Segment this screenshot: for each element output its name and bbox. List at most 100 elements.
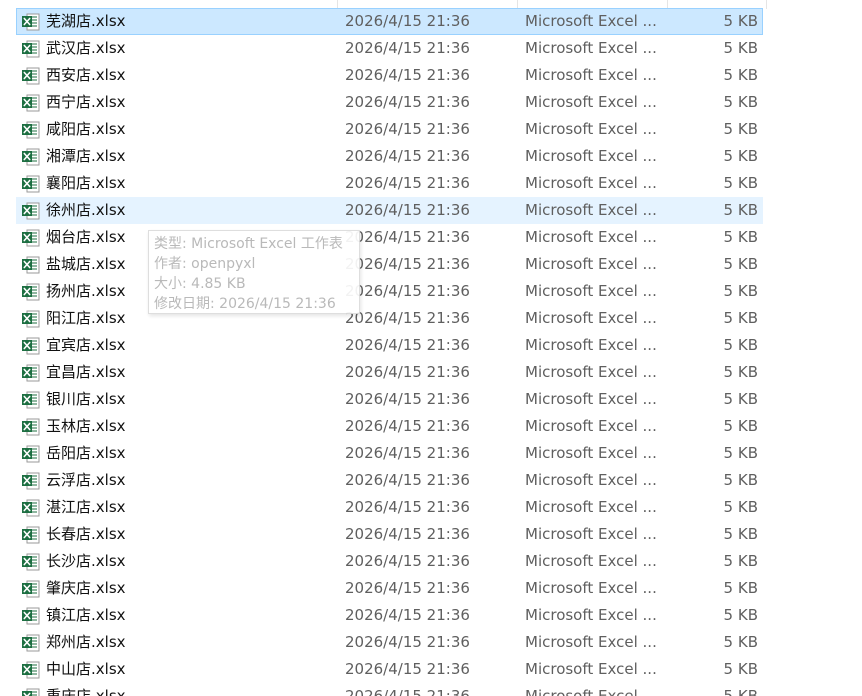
excel-file-icon [22,553,40,571]
excel-file-icon [22,337,40,355]
file-row[interactable]: 武汉店.xlsx 2026/4/15 21:36 Microsoft Excel… [16,35,763,62]
file-modified-date: 2026/4/15 21:36 [345,606,470,624]
tooltip-size: 大小: 4.85 KB [154,276,246,292]
file-row[interactable]: 湛江店.xlsx 2026/4/15 21:36 Microsoft Excel… [16,494,763,521]
file-size: 5 KB [723,525,758,543]
file-modified-date: 2026/4/15 21:36 [345,660,470,678]
file-row[interactable]: 西宁店.xlsx 2026/4/15 21:36 Microsoft Excel… [16,89,763,116]
file-modified-date: 2026/4/15 21:36 [345,471,470,489]
file-type: Microsoft Excel ... [525,12,657,30]
file-name: 西安店.xlsx [46,66,126,84]
file-type: Microsoft Excel ... [525,93,657,111]
file-type: Microsoft Excel ... [525,417,657,435]
file-row[interactable]: 咸阳店.xlsx 2026/4/15 21:36 Microsoft Excel… [16,116,763,143]
file-row[interactable]: 镇江店.xlsx 2026/4/15 21:36 Microsoft Excel… [16,602,763,629]
file-row[interactable]: 徐州店.xlsx 2026/4/15 21:36 Microsoft Excel… [16,197,763,224]
excel-file-icon [22,418,40,436]
file-modified-date: 2026/4/15 21:36 [345,579,470,597]
excel-file-icon [22,445,40,463]
file-row[interactable]: 宜宾店.xlsx 2026/4/15 21:36 Microsoft Excel… [16,332,763,359]
excel-file-icon [22,661,40,679]
excel-file-icon [22,202,40,220]
excel-file-icon [22,67,40,85]
file-row[interactable]: 银川店.xlsx 2026/4/15 21:36 Microsoft Excel… [16,386,763,413]
file-type: Microsoft Excel ... [525,120,657,138]
file-name: 镇江店.xlsx [46,606,126,624]
file-type: Microsoft Excel ... [525,444,657,462]
file-row[interactable]: 岳阳店.xlsx 2026/4/15 21:36 Microsoft Excel… [16,440,763,467]
file-type: Microsoft Excel ... [525,390,657,408]
file-size: 5 KB [723,309,758,327]
excel-file-icon [22,283,40,301]
file-row[interactable]: 宜昌店.xlsx 2026/4/15 21:36 Microsoft Excel… [16,359,763,386]
file-row[interactable]: 西安店.xlsx 2026/4/15 21:36 Microsoft Excel… [16,62,763,89]
file-modified-date: 2026/4/15 21:36 [345,228,470,246]
file-row[interactable]: 中山店.xlsx 2026/4/15 21:36 Microsoft Excel… [16,656,763,683]
file-row[interactable]: 肇庆店.xlsx 2026/4/15 21:36 Microsoft Excel… [16,575,763,602]
file-name: 湘潭店.xlsx [46,147,126,165]
file-modified-date: 2026/4/15 21:36 [345,282,470,300]
file-name: 咸阳店.xlsx [46,120,126,138]
file-name: 肇庆店.xlsx [46,579,126,597]
tooltip-type: 类型: Microsoft Excel 工作表 [154,236,343,252]
excel-file-icon [22,148,40,166]
file-type: Microsoft Excel ... [525,471,657,489]
file-row[interactable]: 烟台店.xlsx 2026/4/15 21:36 Microsoft Excel… [16,224,763,251]
excel-file-icon [22,499,40,517]
file-row[interactable]: 芜湖店.xlsx 2026/4/15 21:36 Microsoft Excel… [16,8,763,35]
file-row[interactable]: 长沙店.xlsx 2026/4/15 21:36 Microsoft Excel… [16,548,763,575]
file-size: 5 KB [723,336,758,354]
file-type: Microsoft Excel ... [525,552,657,570]
file-modified-date: 2026/4/15 21:36 [345,687,470,696]
file-name: 长春店.xlsx [46,525,126,543]
file-name: 长沙店.xlsx [46,552,126,570]
file-row[interactable]: 扬州店.xlsx 2026/4/15 21:36 Microsoft Excel… [16,278,763,305]
file-modified-date: 2026/4/15 21:36 [345,417,470,435]
file-name: 银川店.xlsx [46,390,126,408]
file-modified-date: 2026/4/15 21:36 [345,498,470,516]
tooltip-author: 作者: openpyxl [154,256,256,272]
file-row[interactable]: 玉林店.xlsx 2026/4/15 21:36 Microsoft Excel… [16,413,763,440]
excel-file-icon [22,175,40,193]
file-name: 郑州店.xlsx [46,633,126,651]
file-modified-date: 2026/4/15 21:36 [345,390,470,408]
file-modified-date: 2026/4/15 21:36 [345,174,470,192]
file-name: 重庆店.xlsx [46,687,126,696]
file-size: 5 KB [723,93,758,111]
file-row[interactable]: 阳江店.xlsx 2026/4/15 21:36 Microsoft Excel… [16,305,763,332]
file-name: 云浮店.xlsx [46,471,126,489]
file-size: 5 KB [723,201,758,219]
excel-file-icon [22,364,40,382]
file-type: Microsoft Excel ... [525,309,657,327]
file-row[interactable]: 长春店.xlsx 2026/4/15 21:36 Microsoft Excel… [16,521,763,548]
file-row[interactable]: 重庆店.xlsx 2026/4/15 21:36 Microsoft Excel… [16,683,763,696]
file-size: 5 KB [723,390,758,408]
file-row[interactable]: 盐城店.xlsx 2026/4/15 21:36 Microsoft Excel… [16,251,763,278]
excel-file-icon [22,121,40,139]
file-modified-date: 2026/4/15 21:36 [345,66,470,84]
file-row[interactable]: 湘潭店.xlsx 2026/4/15 21:36 Microsoft Excel… [16,143,763,170]
excel-file-icon [22,94,40,112]
file-name: 湛江店.xlsx [46,498,126,516]
file-size: 5 KB [723,606,758,624]
file-size: 5 KB [723,174,758,192]
file-modified-date: 2026/4/15 21:36 [345,12,470,30]
file-row[interactable]: 襄阳店.xlsx 2026/4/15 21:36 Microsoft Excel… [16,170,763,197]
file-size: 5 KB [723,120,758,138]
excel-file-icon [22,688,40,696]
file-modified-date: 2026/4/15 21:36 [345,120,470,138]
file-modified-date: 2026/4/15 21:36 [345,336,470,354]
file-type: Microsoft Excel ... [525,39,657,57]
file-size: 5 KB [723,12,758,30]
file-type: Microsoft Excel ... [525,201,657,219]
file-modified-date: 2026/4/15 21:36 [345,552,470,570]
file-row[interactable]: 云浮店.xlsx 2026/4/15 21:36 Microsoft Excel… [16,467,763,494]
file-modified-date: 2026/4/15 21:36 [345,39,470,57]
file-row[interactable]: 郑州店.xlsx 2026/4/15 21:36 Microsoft Excel… [16,629,763,656]
file-modified-date: 2026/4/15 21:36 [345,147,470,165]
excel-file-icon [22,13,40,31]
file-name: 中山店.xlsx [46,660,126,678]
excel-file-icon [22,310,40,328]
file-modified-date: 2026/4/15 21:36 [345,201,470,219]
file-type: Microsoft Excel ... [525,174,657,192]
